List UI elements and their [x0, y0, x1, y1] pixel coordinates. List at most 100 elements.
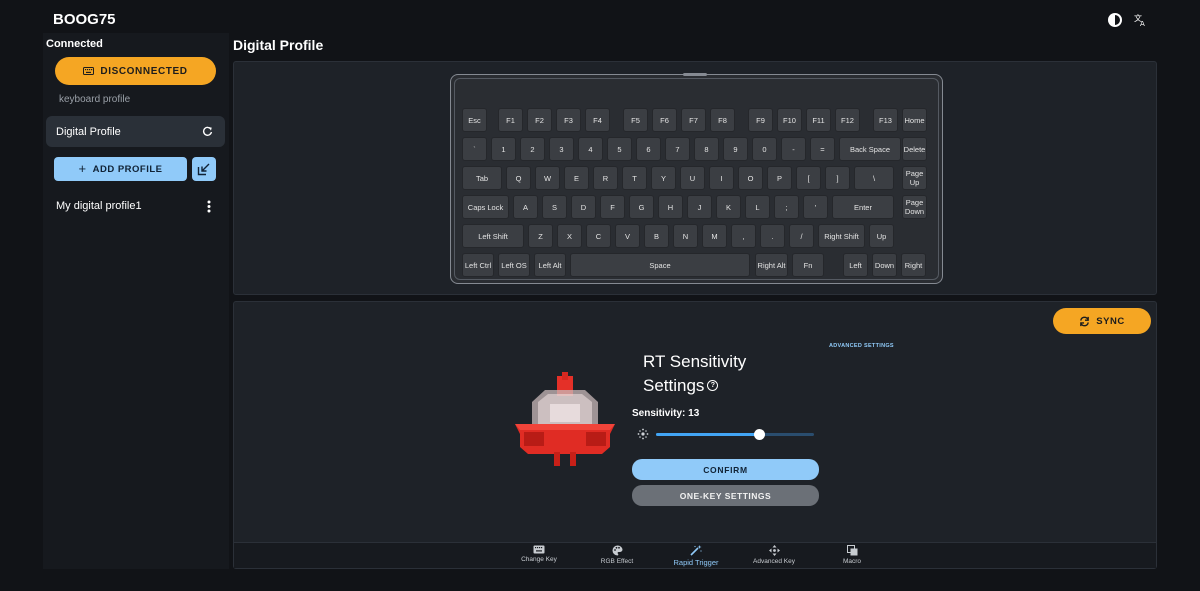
- key-f2[interactable]: F2: [527, 108, 552, 132]
- key-f1[interactable]: F1: [498, 108, 523, 132]
- key-f10[interactable]: F10: [777, 108, 802, 132]
- key-f4[interactable]: F4: [585, 108, 610, 132]
- key-f3[interactable]: F3: [556, 108, 581, 132]
- key-right[interactable]: Right: [901, 253, 926, 277]
- key-f13[interactable]: F13: [873, 108, 898, 132]
- key-f7[interactable]: F7: [681, 108, 706, 132]
- sync-button[interactable]: SYNC: [1053, 308, 1151, 334]
- key-left-ctrl[interactable]: Left Ctrl: [462, 253, 494, 277]
- key-y[interactable]: Y: [651, 166, 676, 190]
- key-e[interactable]: E: [564, 166, 589, 190]
- key-symbol[interactable]: ]: [825, 166, 850, 190]
- key-i[interactable]: I: [709, 166, 734, 190]
- key-p[interactable]: P: [767, 166, 792, 190]
- key-f6[interactable]: F6: [652, 108, 677, 132]
- help-icon[interactable]: ?: [707, 380, 719, 392]
- key-symbol[interactable]: =: [810, 137, 835, 161]
- key-f9[interactable]: F9: [748, 108, 773, 132]
- tab-change-key[interactable]: Change Key: [504, 545, 574, 563]
- key-j[interactable]: J: [687, 195, 712, 219]
- tab-advanced-key[interactable]: Advanced Key: [739, 545, 809, 565]
- key-caps-lock[interactable]: Caps Lock: [462, 195, 509, 219]
- key-h[interactable]: H: [658, 195, 683, 219]
- key-g[interactable]: G: [629, 195, 654, 219]
- key-3[interactable]: 3: [549, 137, 574, 161]
- key-f11[interactable]: F11: [806, 108, 831, 132]
- brightness-icon[interactable]: [1106, 11, 1124, 29]
- key-f12[interactable]: F12: [835, 108, 860, 132]
- key-6[interactable]: 6: [636, 137, 661, 161]
- key-enter[interactable]: Enter: [832, 195, 894, 219]
- key-8[interactable]: 8: [694, 137, 719, 161]
- profile-item-active[interactable]: Digital Profile: [46, 116, 225, 147]
- key-up[interactable]: Up: [869, 224, 894, 248]
- key-x[interactable]: X: [557, 224, 582, 248]
- key-page-up[interactable]: Page Up: [902, 166, 927, 190]
- key-left-alt[interactable]: Left Alt: [534, 253, 566, 277]
- refresh-icon[interactable]: [202, 126, 213, 137]
- key-0[interactable]: 0: [752, 137, 777, 161]
- key-4[interactable]: 4: [578, 137, 603, 161]
- disconnect-button[interactable]: DISCONNECTED: [55, 57, 216, 85]
- translate-icon[interactable]: 文A: [1132, 11, 1150, 29]
- key-o[interactable]: O: [738, 166, 763, 190]
- key-symbol[interactable]: ': [803, 195, 828, 219]
- key-r[interactable]: R: [593, 166, 618, 190]
- key-space[interactable]: Space: [570, 253, 750, 277]
- key-esc[interactable]: Esc: [462, 108, 487, 132]
- key-l[interactable]: L: [745, 195, 770, 219]
- key-symbol[interactable]: /: [789, 224, 814, 248]
- slider-thumb[interactable]: [753, 429, 765, 440]
- advanced-settings-link[interactable]: ADVANCED SETTINGS: [829, 343, 894, 349]
- confirm-button[interactable]: CONFIRM: [632, 459, 819, 480]
- key-u[interactable]: U: [680, 166, 705, 190]
- key-symbol[interactable]: [: [796, 166, 821, 190]
- key-fn[interactable]: Fn: [792, 253, 824, 277]
- more-vert-icon[interactable]: [207, 200, 211, 213]
- tab-rgb-effect[interactable]: RGB Effect: [582, 545, 652, 565]
- import-profile-button[interactable]: [192, 157, 216, 181]
- key-page-down[interactable]: Page Down: [902, 195, 927, 219]
- tab-rapid-trigger[interactable]: Rapid Trigger: [661, 545, 731, 567]
- key-s[interactable]: S: [542, 195, 567, 219]
- key-back-space[interactable]: Back Space: [839, 137, 901, 161]
- key-d[interactable]: D: [571, 195, 596, 219]
- key-right-alt[interactable]: Right Alt: [755, 253, 788, 277]
- key-right-shift[interactable]: Right Shift: [818, 224, 865, 248]
- key-v[interactable]: V: [615, 224, 640, 248]
- sensitivity-slider[interactable]: [656, 429, 814, 440]
- key-f5[interactable]: F5: [623, 108, 648, 132]
- key-symbol[interactable]: \: [854, 166, 894, 190]
- key-tab[interactable]: Tab: [462, 166, 502, 190]
- key-k[interactable]: K: [716, 195, 741, 219]
- key-1[interactable]: 1: [491, 137, 516, 161]
- key-delete[interactable]: Delete: [902, 137, 927, 161]
- key-a[interactable]: A: [513, 195, 538, 219]
- key-t[interactable]: T: [622, 166, 647, 190]
- key-b[interactable]: B: [644, 224, 669, 248]
- profile-item[interactable]: My digital profile1: [46, 195, 225, 217]
- tab-macro[interactable]: Macro: [817, 545, 887, 565]
- key-symbol[interactable]: ;: [774, 195, 799, 219]
- key-f8[interactable]: F8: [710, 108, 735, 132]
- key-5[interactable]: 5: [607, 137, 632, 161]
- key-z[interactable]: Z: [528, 224, 553, 248]
- key-symbol[interactable]: -: [781, 137, 806, 161]
- key-home[interactable]: Home: [902, 108, 927, 132]
- key-symbol[interactable]: .: [760, 224, 785, 248]
- key-m[interactable]: M: [702, 224, 727, 248]
- key-q[interactable]: Q: [506, 166, 531, 190]
- add-profile-button[interactable]: + ADD PROFILE: [54, 157, 187, 181]
- key-down[interactable]: Down: [872, 253, 897, 277]
- one-key-settings-button[interactable]: ONE-KEY SETTINGS: [632, 485, 819, 506]
- key-7[interactable]: 7: [665, 137, 690, 161]
- key-n[interactable]: N: [673, 224, 698, 248]
- key-left[interactable]: Left: [843, 253, 868, 277]
- key-2[interactable]: 2: [520, 137, 545, 161]
- key-left-os[interactable]: Left OS: [498, 253, 530, 277]
- key-symbol[interactable]: ,: [731, 224, 756, 248]
- key-left-shift[interactable]: Left Shift: [462, 224, 524, 248]
- key-w[interactable]: W: [535, 166, 560, 190]
- key-f[interactable]: F: [600, 195, 625, 219]
- key-9[interactable]: 9: [723, 137, 748, 161]
